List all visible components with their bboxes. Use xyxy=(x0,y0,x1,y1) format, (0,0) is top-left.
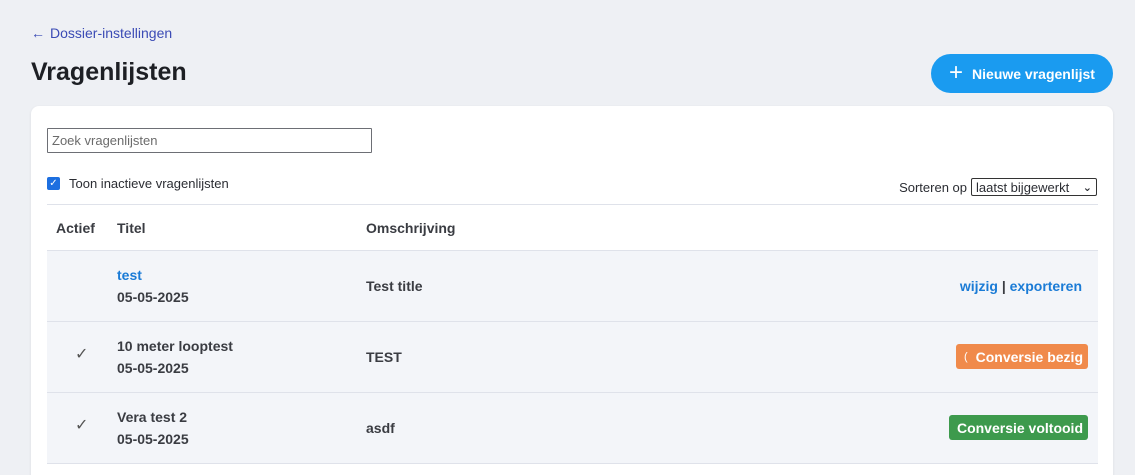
back-link-label: Dossier-instellingen xyxy=(50,25,173,41)
table-row: ✓ 10 meter looptest 05-05-2025 TEST ( Co… xyxy=(47,322,1098,393)
export-link[interactable]: exporteren xyxy=(1010,278,1082,294)
status-badge-label: Conversie bezig xyxy=(975,348,1083,365)
active-check-icon: ✓ xyxy=(75,346,89,363)
header-title: Titel xyxy=(117,220,146,236)
header-description: Omschrijving xyxy=(366,220,456,236)
row-actions: wijzig | exporteren xyxy=(960,278,1082,294)
table-row: test 05-05-2025 Test title wijzig | expo… xyxy=(47,251,1098,322)
edit-link[interactable]: wijzig xyxy=(960,278,998,294)
new-questionnaire-button[interactable]: + Nieuwe vragenlijst xyxy=(931,54,1113,93)
new-questionnaire-label: Nieuwe vragenlijst xyxy=(972,65,1095,82)
status-badge: ( Conversie bezig xyxy=(955,344,1088,369)
status-badge: Conversie voltooid xyxy=(948,415,1088,440)
show-inactive-toggle[interactable]: ✓ Toon inactieve vragenlijsten xyxy=(47,176,229,191)
row-description: asdf xyxy=(366,420,395,436)
sort-label: Sorteren op xyxy=(899,179,967,195)
sort-control: Sorteren op laatst bijgewerkt ⌄ xyxy=(899,178,1097,196)
row-title: Vera test 2 xyxy=(117,409,188,425)
row-description: TEST xyxy=(366,349,402,365)
plus-icon: + xyxy=(949,58,964,86)
search-input[interactable] xyxy=(47,128,372,153)
active-check-icon: ✓ xyxy=(75,417,89,434)
page-title: Vragenlijsten xyxy=(31,58,187,86)
sort-select-value: laatst bijgewerkt xyxy=(976,179,1070,195)
arrow-left-icon: ← xyxy=(31,25,45,41)
show-inactive-label: Toon inactieve vragenlijsten xyxy=(69,176,229,191)
spinner-icon: ( xyxy=(963,350,968,363)
row-date: 05-05-2025 xyxy=(117,360,189,376)
row-date: 05-05-2025 xyxy=(117,289,189,305)
row-title-link[interactable]: test xyxy=(117,267,142,283)
row-date: 05-05-2025 xyxy=(117,431,189,447)
action-separator: | xyxy=(1001,278,1006,294)
row-title: 10 meter looptest xyxy=(117,338,233,354)
questionnaires-card: ✓ Toon inactieve vragenlijsten Sorteren … xyxy=(31,106,1113,475)
back-link[interactable]: ← Dossier-instellingen xyxy=(31,25,172,41)
chevron-down-icon: ⌄ xyxy=(1082,181,1092,194)
sort-select[interactable]: laatst bijgewerkt ⌄ xyxy=(971,178,1097,196)
table-row: ✓ Vera test 2 05-05-2025 asdf Conversie … xyxy=(47,393,1098,464)
show-inactive-checkbox[interactable]: ✓ xyxy=(47,177,60,190)
status-badge-label: Conversie voltooid xyxy=(956,419,1083,436)
table-header: Actief Titel Omschrijving xyxy=(47,204,1098,251)
questionnaires-table: Actief Titel Omschrijving test 05-05-202… xyxy=(47,204,1098,464)
row-description: Test title xyxy=(366,278,423,294)
header-active: Actief xyxy=(56,220,95,236)
